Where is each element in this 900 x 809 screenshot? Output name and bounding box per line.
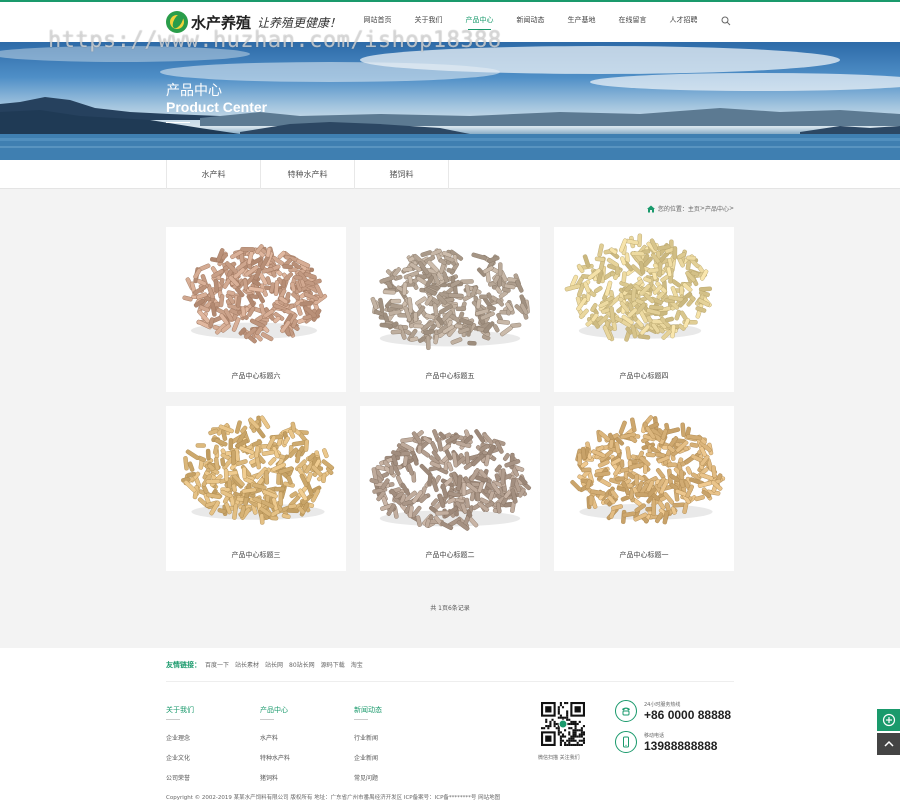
product-image[interactable] — [360, 227, 540, 362]
copyright-text: Copyright © 2002-2019 某某水产饲料有限公司 版权所有 地址… — [166, 795, 501, 801]
contact-value: 13988888888 — [644, 738, 718, 753]
breadcrumb-current[interactable]: 产品中心 — [705, 204, 729, 213]
product-card[interactable]: 产品中心标题五 — [360, 227, 540, 392]
contact-value: +86 0000 88888 — [644, 707, 732, 722]
banner-title: 产品中心 — [166, 83, 222, 99]
back-to-top-button[interactable] — [877, 733, 900, 755]
chevron-up-icon — [883, 740, 894, 747]
banner: 产品中心 Product Center — [0, 42, 900, 160]
friend-link[interactable]: 源码下载 — [321, 660, 345, 670]
logo-slogan: 让养殖更健康！ — [257, 15, 342, 30]
product-image[interactable] — [166, 406, 346, 541]
footer-column-products: 产品中心 水产料 特种水产料 猪饲料 — [260, 705, 290, 793]
footer-link[interactable]: 特种水产料 — [260, 753, 290, 762]
nav-item-base[interactable]: 生产基地 — [556, 15, 607, 30]
product-image[interactable] — [166, 227, 346, 362]
logo-text: 水产养殖 — [191, 13, 252, 32]
banner-subtitle: Product Center — [166, 99, 268, 115]
phone-icon — [615, 700, 637, 722]
plus-circle-icon — [882, 713, 895, 727]
product-title[interactable]: 产品中心标题三 — [166, 550, 346, 560]
tab-pig-feed[interactable]: 猪饲料 — [355, 160, 449, 189]
banner-underline — [166, 122, 190, 123]
contact-mobile: 移动电话 13988888888 — [615, 731, 717, 753]
banner-landscape-image — [0, 46, 900, 160]
footer-link[interactable]: 猪饲料 — [260, 773, 290, 782]
qr-caption: 微信扫描 关注我们 — [538, 755, 580, 761]
footer-link[interactable]: 水产料 — [260, 733, 290, 742]
footer-link[interactable]: 行业新闻 — [354, 733, 382, 742]
footer-divider — [166, 681, 734, 682]
nav-item-products[interactable]: 产品中心 — [454, 15, 505, 30]
category-tabs: 水产料 特种水产料 猪饲料 — [166, 160, 449, 189]
product-title[interactable]: 产品中心标题二 — [360, 550, 540, 560]
online-service-button[interactable] — [877, 709, 900, 731]
friend-link[interactable]: 80站长网 — [289, 660, 315, 670]
footer-link[interactable]: 企业新闻 — [354, 753, 382, 762]
breadcrumb: 您的位置： 主页 > 产品中心 > — [646, 204, 734, 213]
product-card[interactable]: 产品中心标题四 — [554, 227, 734, 392]
product-title[interactable]: 产品中心标题四 — [554, 371, 734, 381]
home-icon — [646, 205, 655, 212]
product-card[interactable]: 产品中心标题三 — [166, 406, 346, 571]
product-card[interactable]: 产品中心标题二 — [360, 406, 540, 571]
tab-aquatic-feed[interactable]: 水产料 — [167, 160, 261, 189]
product-image[interactable] — [554, 227, 734, 362]
footer-column-bar — [354, 719, 368, 720]
friend-links-title: 友情链接： — [166, 661, 201, 669]
friend-links: 友情链接： 百度一下 站长素材 站长网 80站长网 源码下载 淘宝 — [166, 660, 369, 670]
breadcrumb-prefix: 您的位置： — [657, 206, 688, 213]
nav-item-about[interactable]: 关于我们 — [403, 15, 454, 30]
breadcrumb-home[interactable]: 主页 — [688, 204, 700, 213]
tab-special-aquatic-feed[interactable]: 特种水产料 — [261, 160, 355, 189]
contact-label: 移动电话 — [644, 732, 665, 739]
footer-column-title[interactable]: 新闻动态 — [354, 705, 382, 715]
footer-link[interactable]: 常见问题 — [354, 773, 382, 782]
pagination-info: 共 1页6条记录 — [430, 605, 470, 612]
logo-icon — [166, 11, 188, 33]
nav-item-jobs[interactable]: 人才招聘 — [658, 15, 709, 30]
nav-item-home[interactable]: 网站首页 — [352, 15, 403, 30]
product-card[interactable]: 产品中心标题六 — [166, 227, 346, 392]
footer-column-title[interactable]: 关于我们 — [166, 705, 194, 715]
mobile-phone-icon — [615, 731, 637, 753]
product-title[interactable]: 产品中心标题五 — [360, 371, 540, 381]
nav-item-news[interactable]: 新闻动态 — [505, 15, 556, 30]
footer-link[interactable]: 企业文化 — [166, 753, 194, 762]
product-image[interactable] — [360, 406, 540, 541]
footer-link[interactable]: 公司荣誉 — [166, 773, 194, 782]
product-title[interactable]: 产品中心标题一 — [554, 550, 734, 560]
category-tabbar: 水产料 特种水产料 猪饲料 — [0, 160, 900, 189]
site-footer: 友情链接： 百度一下 站长素材 站长网 80站长网 源码下载 淘宝 关于我们 企… — [0, 648, 900, 809]
footer-column-about: 关于我们 企业理念 企业文化 公司荣誉 — [166, 705, 194, 793]
footer-column-title[interactable]: 产品中心 — [260, 705, 290, 715]
site-header: 水产养殖 让养殖更健康！ 网站首页 关于我们 产品中心 新闻动态 生产基地 在线… — [0, 0, 900, 42]
footer-column-bar — [260, 719, 274, 720]
product-image[interactable] — [554, 406, 734, 541]
friend-link[interactable]: 站长网 — [265, 660, 283, 670]
contact-label: 24小时服务热线 — [644, 701, 681, 708]
logo[interactable]: 水产养殖 让养殖更健康！ — [166, 11, 341, 33]
friend-link[interactable]: 百度一下 — [205, 660, 229, 670]
search-icon[interactable] — [721, 16, 731, 26]
friend-link[interactable]: 站长素材 — [235, 660, 259, 670]
breadcrumb-tail: > — [728, 205, 734, 212]
product-title[interactable]: 产品中心标题六 — [166, 371, 346, 381]
qr-code-image — [541, 702, 585, 746]
contact-hotline: 24小时服务热线 +86 0000 88888 — [615, 700, 731, 722]
nav-item-message[interactable]: 在线留言 — [607, 15, 658, 30]
footer-column-news: 新闻动态 行业新闻 企业新闻 常见问题 — [354, 705, 382, 793]
footer-column-bar — [166, 719, 180, 720]
main-nav: 网站首页 关于我们 产品中心 新闻动态 生产基地 在线留言 人才招聘 — [352, 15, 709, 30]
footer-link[interactable]: 企业理念 — [166, 733, 194, 742]
product-card[interactable]: 产品中心标题一 — [554, 406, 734, 571]
friend-link[interactable]: 淘宝 — [351, 660, 363, 670]
